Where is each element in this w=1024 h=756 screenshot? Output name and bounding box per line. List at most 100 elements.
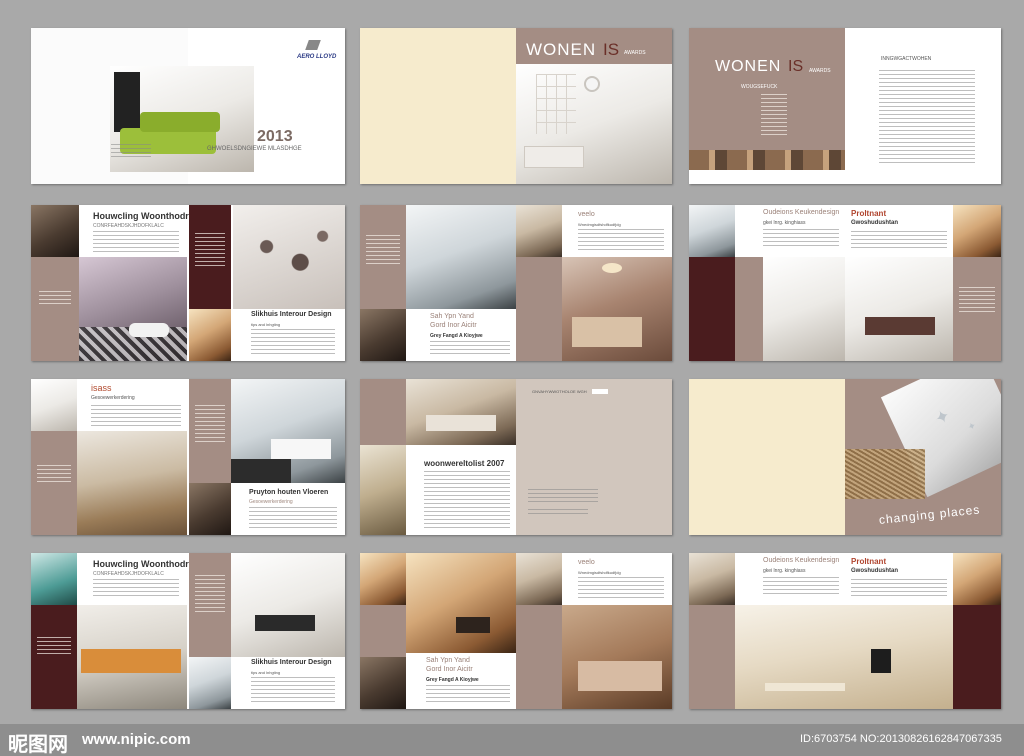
wine-left-text-2 [37,637,71,657]
spread-sah-veelo-1: Sah Ypn Yand Gord Inor Aicitr Grey Fangd… [360,205,672,361]
cream-page [360,28,516,184]
warm-room-thumb [360,553,406,605]
taupe-block-text [39,291,71,307]
proltnant-body-text [851,231,947,251]
bookshelf [536,74,576,134]
door-photo [189,483,231,535]
taupe-right-text [959,287,995,313]
orange-sofa-photo [77,605,187,709]
awards-subtitle: WOUGSEFUCK [741,84,778,90]
arch-photo [360,445,406,535]
coffee-table [456,617,490,633]
grid-heading-accent [592,389,608,394]
shag-rug [845,449,925,499]
kitchen-thumb [689,205,735,257]
brand-logo-text: AERO LLOYD [297,54,337,60]
slikhuis-title: Slikhuis Interour Design [251,311,332,318]
oudeions-title-2: Oudeions Keukendesign [763,557,840,564]
isass-thumb [31,379,77,431]
sah-sub-2: Grey Fangd A Kioyjwe [426,677,479,683]
wine-strip [689,257,735,361]
awards-title-awards: AWARDS [624,50,646,56]
slikhuis-title-2: Slikhuis Interour Design [251,659,332,666]
bedroom-thumb-2 [953,553,1001,605]
ornate-room-photo [31,205,79,257]
grid-body-text-2 [528,509,588,517]
spread-cover: AERO LLOYD 2013 GHWOELSDNGIEWE MLASDHGE [31,28,345,184]
wine-left-2 [31,605,77,709]
small-dark-photo [360,309,406,361]
spread-woonwereld: woonwereltolist 2007 GNVAHYWWOTHOLOE WGH [360,379,672,535]
beige-sofa-photo [406,553,516,653]
shelf-unit [114,72,140,132]
hallway-thumb [689,553,735,605]
woonwereld-body-text [424,471,510,529]
small-dark-photo-2 [360,657,406,709]
houwcling-intro-text-2 [93,579,179,599]
bedroom-photo [79,257,187,361]
sectional-sofa [578,661,662,691]
grid-heading: GNVAHYWWOTHOLOE WGH [532,389,587,394]
bathroom-photo [763,257,845,361]
white-couch [271,439,331,459]
oudeions-body-text-2 [763,577,839,597]
proltnant-sub-2: Gwoshudushtan [851,568,898,574]
veelo-body-text [578,229,664,253]
plant-photo [516,553,562,605]
awards-body-text [879,70,975,166]
spread-kitchen-2: Oudeions Keukendesign gkei lnrg. kinghia… [689,553,1001,709]
awards-list-text [761,94,787,138]
spread-houwcling-1: Houwcling Woonthodr CONRFEAHDSKJHDOFKLAL… [31,205,345,361]
star-icon: ✦ [931,404,954,430]
awards-title-wonen: WONEN [526,40,597,59]
isass-sub: Gesoewerkerdering [91,395,135,401]
proltnant-title: Proltnant [851,209,887,218]
taupe-strip [735,257,763,361]
sah-title2-2: Gord Inor Aicitr [426,666,473,673]
spread-kitchen-1: Oudeions Keukendesign gkei lnrg. kinghia… [689,205,1001,361]
proltnant-sub: Gwoshudushtan [851,220,898,226]
pendant-lamp [584,76,600,92]
sah-title: Sah Ypn Yand [430,313,474,320]
white-lounge-photo [231,379,345,483]
white-bed-photo [231,553,345,657]
woonwereld-title: woonwereltolist 2007 [424,459,505,468]
floral-sofa-photo [233,205,345,309]
closet-photo [953,205,1001,257]
isass-body-text [91,405,181,427]
aero-lloyd-logo-icon [305,40,321,50]
teal-room-photo [31,553,77,605]
wine-right-2 [953,605,1001,709]
bed [572,317,642,347]
proltnant-title-2: Proltnant [851,557,887,566]
photo-strip [689,150,845,170]
isass-mid-text [195,405,225,445]
desk [765,683,845,691]
proltnant-body-text-2 [851,579,947,599]
sah-title2: Gord Inor Aicitr [430,322,477,329]
cover-year: 2013 [257,128,293,145]
cream-page-2 [689,379,845,535]
pruyton-sub: Gesoewerkerdering [249,499,293,505]
houwcling-intro-text [93,231,179,253]
slikhuis-sub-2: tips and lnhgting [251,670,281,675]
awards-title-awards-2: AWARDS [809,68,831,74]
office-photo [735,605,953,709]
slikhuis-body-text [251,329,335,355]
spread-sah-veelo-2: Sah Ypn Yand Gord Inor Aicitr Grey Fangd… [360,553,672,709]
taupe-mid [516,257,562,361]
spread-changing-places: ✦ ✦ changing places [689,379,1001,535]
awards-title-wonen-2: WONEN [715,58,782,75]
oudeions-sub: gkei lnrg. kinghiass [763,220,806,226]
sah-body-text-2 [426,685,510,703]
sah-title-2: Sah Ypn Yand [426,657,470,664]
veelo-sub-2: Wnedmgisdfshdfkudfjdg [578,570,621,575]
veelo-title: veelo [578,211,595,218]
star-icon-small: ✦ [966,420,979,434]
white-sofa [524,146,584,168]
sectional-photo [562,605,672,709]
cover-subtitle: GHWOELSDNGIEWE MLASDHGE [207,146,302,152]
slikhuis-sub: tips and lnhgting [251,322,281,327]
wall-photo [516,205,562,257]
vanity-cabinet [865,317,935,335]
